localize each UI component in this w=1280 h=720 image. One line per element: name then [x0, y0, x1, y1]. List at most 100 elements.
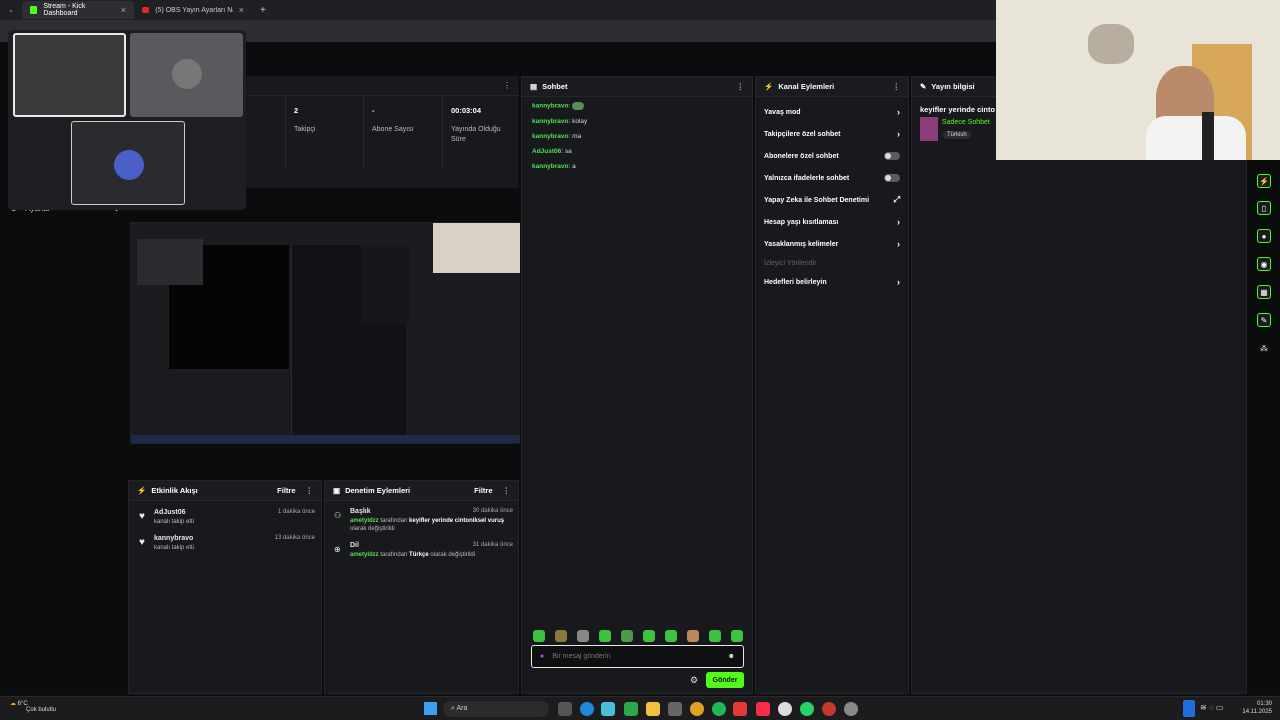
chat-icon: ▤: [530, 82, 538, 91]
cloud-icon: ☁: [10, 701, 16, 707]
tab-kick-dashboard[interactable]: Stream - Kick Dashboard ×: [22, 1, 134, 19]
taskbar-search[interactable]: ⌕ Ara: [443, 701, 549, 717]
close-tab-icon[interactable]: ×: [121, 5, 126, 15]
lightning-icon[interactable]: ⚡: [1257, 174, 1271, 188]
emote-button[interactable]: [665, 630, 677, 642]
subscribers-only-toggle[interactable]: [884, 152, 900, 160]
calculator-icon[interactable]: [668, 702, 682, 716]
moderation-filter-button[interactable]: Filtre: [474, 486, 492, 495]
action-ai-moderation[interactable]: Yapay Zeka ile Sohbet Denetimi ⤢: [756, 189, 908, 211]
person-body: [1146, 116, 1246, 160]
emote-button[interactable]: [621, 630, 633, 642]
copilot-icon[interactable]: [601, 702, 615, 716]
chat-message: kannybravo: ma: [532, 133, 582, 140]
chevron-right-icon: ›: [897, 277, 900, 287]
action-set-goals[interactable]: Hedefleri belirleyin ›: [756, 271, 908, 293]
chat-bubble-icon[interactable]: ●: [1257, 229, 1271, 243]
emotes-only-toggle[interactable]: [884, 174, 900, 182]
obs-icon[interactable]: [778, 702, 792, 716]
spotify-icon[interactable]: [712, 702, 726, 716]
chat-messages: kannybravo: kannybravo: kolay kannybravo…: [532, 102, 742, 178]
tab-list-button[interactable]: ⌄: [0, 1, 22, 19]
heart-icon: ♥: [139, 511, 145, 522]
stream-info-panel: ✎ Yayın bilgisi keyifler yerinde cinto S…: [911, 76, 1247, 694]
document-icon[interactable]: ▯: [1257, 201, 1271, 215]
action-emotes-only: Yalnızca ifadelerle sohbet: [756, 167, 908, 189]
chart-icon: ⤢: [893, 195, 900, 204]
chat-menu-icon[interactable]: ⋮: [737, 82, 745, 91]
action-raid-viewers: İzleyici Yönlendir: [764, 259, 817, 267]
action-subscribers-only: Abonelere özel sohbet: [756, 145, 908, 167]
emote-button[interactable]: [731, 630, 743, 642]
preview-webcam: [433, 223, 520, 273]
participant-tile: [13, 33, 126, 117]
action-followers-only[interactable]: Takipçilere özel sohbet ›: [756, 123, 908, 145]
wrench-icon[interactable]: ✎: [1257, 313, 1271, 327]
moderation-item: ⚇ Başlık 30 dakika önce ametyldzz tarafı…: [334, 508, 513, 532]
file-explorer-icon[interactable]: [646, 702, 660, 716]
xbox-icon[interactable]: [624, 702, 638, 716]
microphone-icon[interactable]: ●: [540, 653, 544, 660]
chrome-icon[interactable]: [690, 702, 704, 716]
edge-icon[interactable]: [580, 702, 594, 716]
emote-button[interactable]: [577, 630, 589, 642]
emote-button[interactable]: [533, 630, 545, 642]
whatsapp-icon[interactable]: [800, 702, 814, 716]
chat-message: kannybravo: kolay: [532, 118, 588, 125]
emoji-picker-icon[interactable]: ☻: [728, 653, 735, 660]
activity-menu-icon[interactable]: ⋮: [306, 486, 314, 495]
music-icon[interactable]: [756, 702, 770, 716]
close-tab-icon[interactable]: ×: [239, 5, 244, 15]
nodes-icon[interactable]: ⁂: [1257, 341, 1271, 355]
action-account-age[interactable]: Hesap yaşı kısıtlaması ›: [756, 211, 908, 233]
heart-icon: ♥: [139, 537, 145, 548]
start-button[interactable]: [424, 702, 437, 715]
weather-widget[interactable]: ☁ 6°C Çok bulutlu: [10, 700, 56, 713]
stat-uptime: 00:03:04 Yayında Olduğu Süre: [442, 96, 519, 168]
app-icon[interactable]: [733, 702, 747, 716]
clock[interactable]: 01:30 14.11.2025: [1238, 700, 1272, 716]
send-button[interactable]: Gönder: [706, 672, 744, 688]
channel-actions-menu-icon[interactable]: ⋮: [893, 82, 901, 91]
broadcast-icon[interactable]: ◉: [1257, 257, 1271, 271]
emote-button[interactable]: [599, 630, 611, 642]
action-slow-mode[interactable]: Yavaş mod ›: [756, 101, 908, 123]
emote-button[interactable]: [643, 630, 655, 642]
action-banned-words[interactable]: Yasaklanmış kelimeler ›: [756, 233, 908, 255]
globe-icon: ⊕: [334, 545, 341, 554]
stats-menu-icon[interactable]: ⋮: [503, 81, 511, 90]
kick-logo-icon: [30, 6, 38, 14]
avatar: [114, 150, 144, 180]
lightning-icon: ⚡: [137, 486, 147, 495]
emote-button[interactable]: [687, 630, 699, 642]
settings-icon[interactable]: [844, 702, 858, 716]
chevron-right-icon: ›: [897, 217, 900, 227]
layout-icon[interactable]: ▦: [1257, 285, 1271, 299]
language-badge: Türkish: [943, 131, 971, 139]
chat-message: AdJust06: sa: [532, 148, 572, 155]
webcam-overlay: [996, 0, 1280, 160]
moderation-item: ⊕ Dil 31 dakika önce ametyldzz tarafında…: [334, 542, 513, 558]
tray-mic-icon[interactable]: [1183, 700, 1195, 717]
chat-settings-icon[interactable]: ⚙: [690, 675, 698, 686]
tab-youtube[interactable]: (5) OBS Yayın Ayarları Nasıl Yapı... ×: [134, 1, 252, 19]
wall-guitars: [1088, 24, 1134, 64]
search-icon: ⌕: [451, 705, 455, 712]
moderation-menu-icon[interactable]: ⋮: [503, 486, 511, 495]
new-tab-button[interactable]: +: [252, 1, 274, 19]
tray-icons[interactable]: ≋ ◌ ▭: [1200, 703, 1223, 712]
wrench-icon: ✎: [920, 82, 927, 91]
participant-tile: [130, 33, 243, 117]
chat-message: kannybravo:: [532, 102, 742, 110]
stat-followers: 2 Takipçi: [285, 96, 363, 168]
activity-filter-button[interactable]: Filtre: [277, 486, 295, 495]
emote-button[interactable]: [709, 630, 721, 642]
chat-message: kannybravo: a: [532, 163, 576, 170]
task-view-icon[interactable]: [558, 702, 572, 716]
shield-icon: ▣: [333, 486, 341, 495]
browser-icon[interactable]: [822, 702, 836, 716]
activity-item: ♥ AdJust06 kanalı takip etti 1 dakika ön…: [139, 509, 315, 525]
chat-input[interactable]: ● Bir mesaj gönderin ☻: [531, 645, 744, 668]
emote-button[interactable]: [555, 630, 567, 642]
category-label[interactable]: Sadece Sohbet: [942, 119, 990, 126]
